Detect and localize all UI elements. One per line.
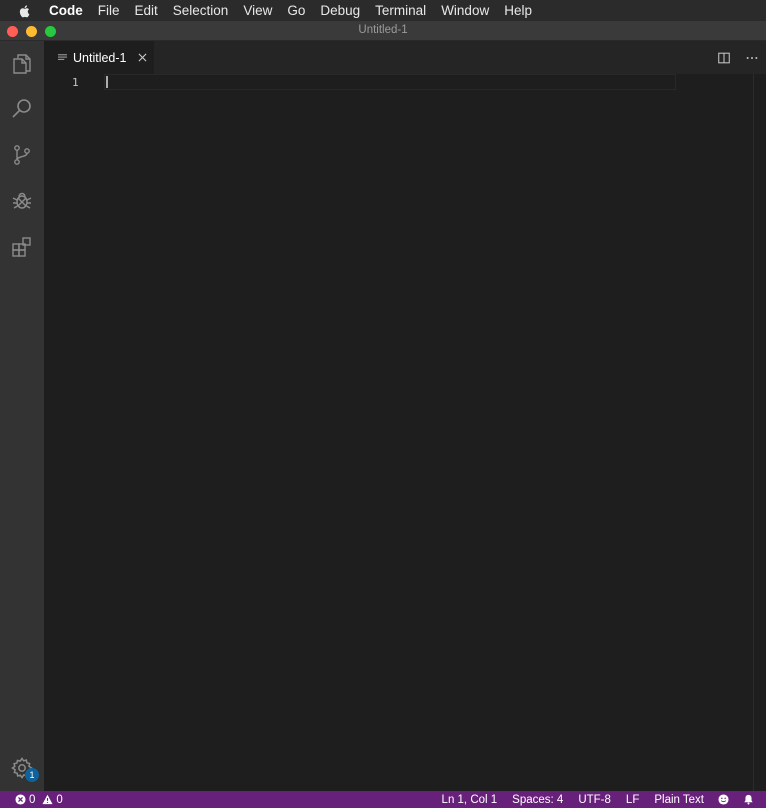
source-control-button[interactable] — [8, 141, 36, 169]
tab-actions — [710, 41, 766, 74]
source-control-icon — [14, 145, 30, 165]
cursor-position[interactable]: Ln 1, Col 1 — [442, 794, 498, 806]
close-icon[interactable] — [137, 52, 149, 64]
feedback-smiley-icon[interactable] — [717, 794, 729, 806]
activity-bar: 1 — [0, 41, 44, 791]
more-actions-button[interactable] — [738, 44, 766, 72]
notifications-bell-icon[interactable] — [742, 794, 754, 806]
error-icon — [14, 794, 26, 806]
warning-icon — [41, 794, 53, 806]
tab-untitled-1[interactable]: Untitled-1 — [44, 41, 154, 74]
tab-label: Untitled-1 — [73, 50, 127, 65]
language-mode[interactable]: Plain Text — [654, 794, 704, 806]
debug-button[interactable] — [8, 187, 36, 215]
window-title: Untitled-1 — [358, 24, 408, 36]
minimap[interactable] — [676, 74, 753, 791]
menu-file[interactable]: File — [98, 3, 120, 18]
manage-badge: 1 — [25, 768, 39, 782]
text-file-icon — [58, 53, 68, 63]
line-number: 1 — [72, 76, 79, 89]
extensions-button[interactable] — [8, 233, 36, 261]
status-bar: 0 0 Ln 1, Col 1 Spaces: 4 UTF-8 LF Plain… — [0, 791, 766, 808]
editor-pane[interactable]: 1 — [44, 74, 766, 791]
menu-debug[interactable]: Debug — [320, 3, 360, 18]
text-cursor — [106, 76, 108, 88]
status-bar-right: Ln 1, Col 1 Spaces: 4 UTF-8 LF Plain Tex… — [427, 794, 766, 806]
vertical-scrollbar[interactable] — [753, 74, 754, 791]
encoding-setting[interactable]: UTF-8 — [578, 794, 611, 806]
warning-count: 0 — [56, 793, 63, 806]
window-title-bar[interactable]: Untitled-1 — [0, 21, 766, 41]
debug-icon — [12, 192, 32, 209]
ellipsis-icon — [746, 56, 758, 59]
current-line-highlight — [104, 74, 676, 90]
indentation-setting[interactable]: Spaces: 4 — [512, 794, 563, 806]
menu-edit[interactable]: Edit — [135, 3, 158, 18]
menu-window[interactable]: Window — [441, 3, 489, 18]
menu-help[interactable]: Help — [504, 3, 532, 18]
error-count: 0 — [29, 793, 36, 806]
files-icon — [13, 54, 31, 74]
menu-selection[interactable]: Selection — [173, 3, 229, 18]
eol-setting[interactable]: LF — [626, 794, 639, 806]
apple-logo-icon[interactable] — [17, 3, 33, 19]
split-editor-icon — [718, 52, 730, 63]
menu-view[interactable]: View — [243, 3, 272, 18]
editor-tab-bar: Untitled-1 — [44, 41, 766, 74]
problems-indicator[interactable]: 0 0 — [0, 794, 69, 806]
menu-terminal[interactable]: Terminal — [375, 3, 426, 18]
search-icon — [12, 99, 31, 118]
menu-go[interactable]: Go — [287, 3, 305, 18]
explorer-button[interactable] — [8, 50, 36, 78]
split-editor-button[interactable] — [710, 44, 738, 72]
macos-menu-bar: Code File Edit Selection View Go Debug T… — [0, 0, 766, 21]
search-button[interactable] — [8, 95, 36, 123]
extensions-icon — [12, 237, 31, 257]
menu-code[interactable]: Code — [49, 3, 83, 18]
